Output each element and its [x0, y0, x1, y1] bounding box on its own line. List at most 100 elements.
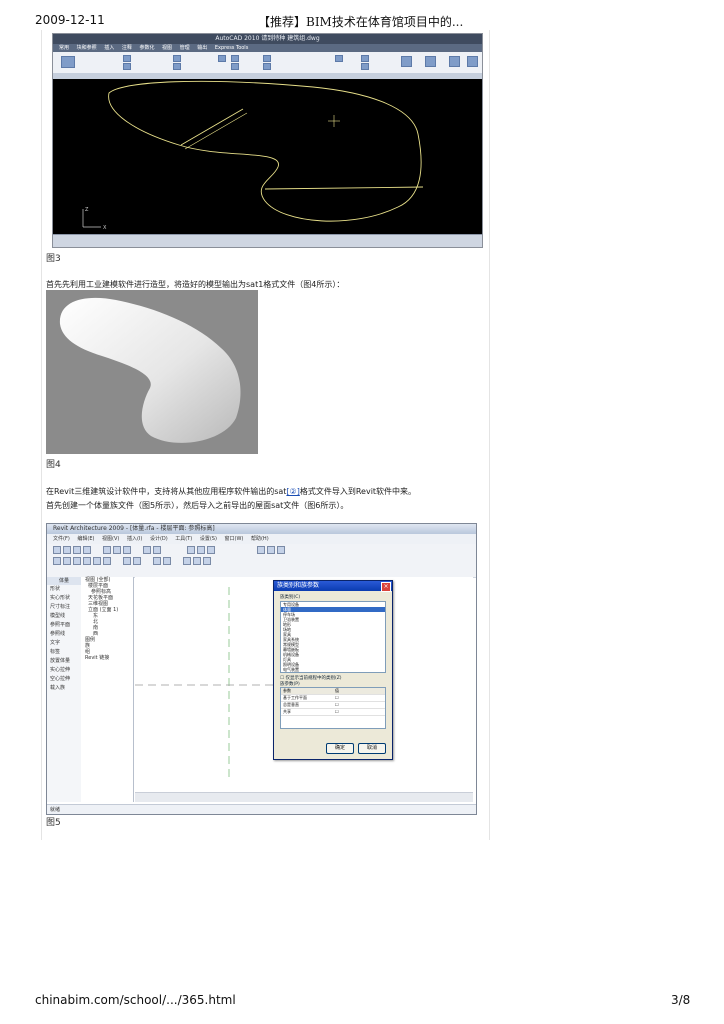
- revit-status-bar: 就绪: [47, 804, 476, 814]
- ribbon-tool-icon[interactable]: [173, 55, 181, 62]
- revit-menu-item[interactable]: 窗口(W): [225, 536, 244, 542]
- array-icon[interactable]: [123, 557, 131, 565]
- cut-icon[interactable]: [103, 546, 111, 554]
- design-bar-item[interactable]: 文字: [47, 639, 81, 648]
- mirror-icon[interactable]: [103, 557, 111, 565]
- ribbon-tool-icon[interactable]: [449, 56, 460, 67]
- autocad-tab[interactable]: 管理: [180, 45, 190, 51]
- ribbon-tool-icon[interactable]: [361, 63, 369, 70]
- orbit-icon[interactable]: [207, 546, 215, 554]
- revit-menu-item[interactable]: 工具(T): [175, 536, 192, 542]
- design-bar-item[interactable]: 实心拉伸: [47, 666, 81, 675]
- ribbon-tool-icon[interactable]: [218, 55, 226, 62]
- design-bar-item[interactable]: 参照线: [47, 630, 81, 639]
- design-bar-item[interactable]: 实心形状: [47, 594, 81, 603]
- copy-element-icon[interactable]: [83, 557, 91, 565]
- offset-icon[interactable]: [193, 557, 201, 565]
- revit-title-bar: Revit Architecture 2009 - [体量.rfa - 楼层平面…: [47, 524, 476, 534]
- trim-icon[interactable]: [153, 557, 161, 565]
- revit-menu-item[interactable]: 设置(S): [200, 536, 217, 542]
- autocad-tab[interactable]: 参数化: [139, 45, 154, 51]
- revit-menu-item[interactable]: 视图(V): [102, 536, 119, 542]
- open-file-icon[interactable]: [63, 546, 71, 554]
- ribbon-tool-icon[interactable]: [231, 63, 239, 70]
- revit-menu-item[interactable]: 设计(D): [150, 536, 168, 542]
- ribbon-tool-icon[interactable]: [401, 56, 412, 67]
- move-icon[interactable]: [73, 557, 81, 565]
- param-value-checkbox[interactable]: ☐: [333, 695, 385, 701]
- zoom-icon[interactable]: [187, 546, 195, 554]
- ribbon-tool-icon[interactable]: [231, 55, 239, 62]
- family-parameters-table: 参数 值 基于工作平面 ☐ 总是垂直 ☐ 共享 ☐: [280, 687, 386, 729]
- type-properties-icon[interactable]: [63, 557, 71, 565]
- autocad-tab[interactable]: 视图: [162, 45, 172, 51]
- revit-menu-item[interactable]: 帮助(H): [251, 536, 269, 542]
- design-bar-item[interactable]: 标签: [47, 648, 81, 657]
- delete-icon[interactable]: [203, 557, 211, 565]
- autocad-status-bar: [53, 234, 482, 247]
- design-bar-item[interactable]: 空心拉伸: [47, 675, 81, 684]
- autocad-tab[interactable]: 注释: [122, 45, 132, 51]
- ok-button[interactable]: 确定: [326, 743, 354, 754]
- design-bar-item[interactable]: 模型线: [47, 612, 81, 621]
- cancel-button[interactable]: 取消: [358, 743, 386, 754]
- print-icon[interactable]: [83, 546, 91, 554]
- select-icon[interactable]: [53, 557, 61, 565]
- ribbon-tool-icon[interactable]: [361, 55, 369, 62]
- save-icon[interactable]: [73, 546, 81, 554]
- view-icon[interactable]: [257, 546, 265, 554]
- design-bar-item[interactable]: 载入族: [47, 684, 81, 693]
- figure-5-caption: 图5: [46, 818, 61, 828]
- ribbon-tool-icon[interactable]: [123, 63, 131, 70]
- ribbon-tool-icon[interactable]: [123, 55, 131, 62]
- paste-icon[interactable]: [123, 546, 131, 554]
- copy-icon[interactable]: [113, 546, 121, 554]
- param-name: 共享: [283, 709, 291, 714]
- ribbon-tool-icon[interactable]: [425, 56, 436, 67]
- hide-icon[interactable]: [277, 546, 285, 554]
- autocad-tab[interactable]: 输出: [197, 45, 207, 51]
- rotate-icon[interactable]: [93, 557, 101, 565]
- dialog-title-bar: 族类别和族参数 ×: [274, 581, 392, 592]
- autocad-tab[interactable]: 常用: [59, 45, 69, 51]
- new-file-icon[interactable]: [53, 546, 61, 554]
- revit-menu-item[interactable]: 插入(I): [127, 536, 142, 542]
- param-value-checkbox[interactable]: ☐: [333, 702, 385, 708]
- svg-text:Z: Z: [85, 207, 89, 213]
- param-value-checkbox[interactable]: ☐: [333, 709, 385, 715]
- thin-lines-icon[interactable]: [267, 546, 275, 554]
- footer-page-number: 3/8: [671, 993, 691, 1007]
- reference-link[interactable]: [②]: [286, 487, 299, 496]
- ribbon-tool-icon[interactable]: [467, 56, 478, 67]
- roof-outline-drawing: Z X: [82, 80, 424, 231]
- autocad-tab[interactable]: Express Tools: [215, 45, 248, 51]
- split-icon[interactable]: [163, 557, 171, 565]
- design-bar-item[interactable]: 形状: [47, 585, 81, 594]
- ribbon-tool-icon[interactable]: [335, 55, 343, 62]
- pan-icon[interactable]: [197, 546, 205, 554]
- scale-icon[interactable]: [133, 557, 141, 565]
- dialog-close-icon[interactable]: ×: [381, 582, 391, 592]
- design-bar-item[interactable]: 参照平面: [47, 621, 81, 630]
- family-category-list[interactable]: 专用设备 体量 停车场 卫浴装置 地形 场地 家具 家具系统 常规模型 幕墙嵌板…: [280, 601, 386, 673]
- revit-menu-item[interactable]: 文件(F): [53, 536, 70, 542]
- autocad-drawing-area[interactable]: Z X: [53, 79, 482, 234]
- ribbon-tool-icon[interactable]: [61, 56, 75, 68]
- family-category-dialog: 族类别和族参数 × 族类别(C) 专用设备 体量 停车场 卫浴装置 地形 场地 …: [273, 580, 393, 760]
- family-category-label: 族类别(C): [280, 595, 301, 600]
- redo-icon[interactable]: [153, 546, 161, 554]
- param-header-value: 值: [335, 688, 339, 693]
- design-bar-item[interactable]: 放置体量: [47, 657, 81, 666]
- browser-item[interactable]: Revit 链接: [81, 655, 133, 661]
- ribbon-tool-icon[interactable]: [263, 63, 271, 70]
- category-item[interactable]: 电气装置: [281, 667, 385, 672]
- drawing-horizontal-scrollbar[interactable]: [135, 792, 473, 802]
- undo-icon[interactable]: [143, 546, 151, 554]
- autocad-tab[interactable]: 块和参照: [77, 45, 97, 51]
- design-bar-item[interactable]: 尺寸标注: [47, 603, 81, 612]
- align-icon[interactable]: [183, 557, 191, 565]
- ribbon-tool-icon[interactable]: [173, 63, 181, 70]
- autocad-tab[interactable]: 插入: [104, 45, 114, 51]
- revit-menu-item[interactable]: 编辑(E): [77, 536, 94, 542]
- ribbon-tool-icon[interactable]: [263, 55, 271, 62]
